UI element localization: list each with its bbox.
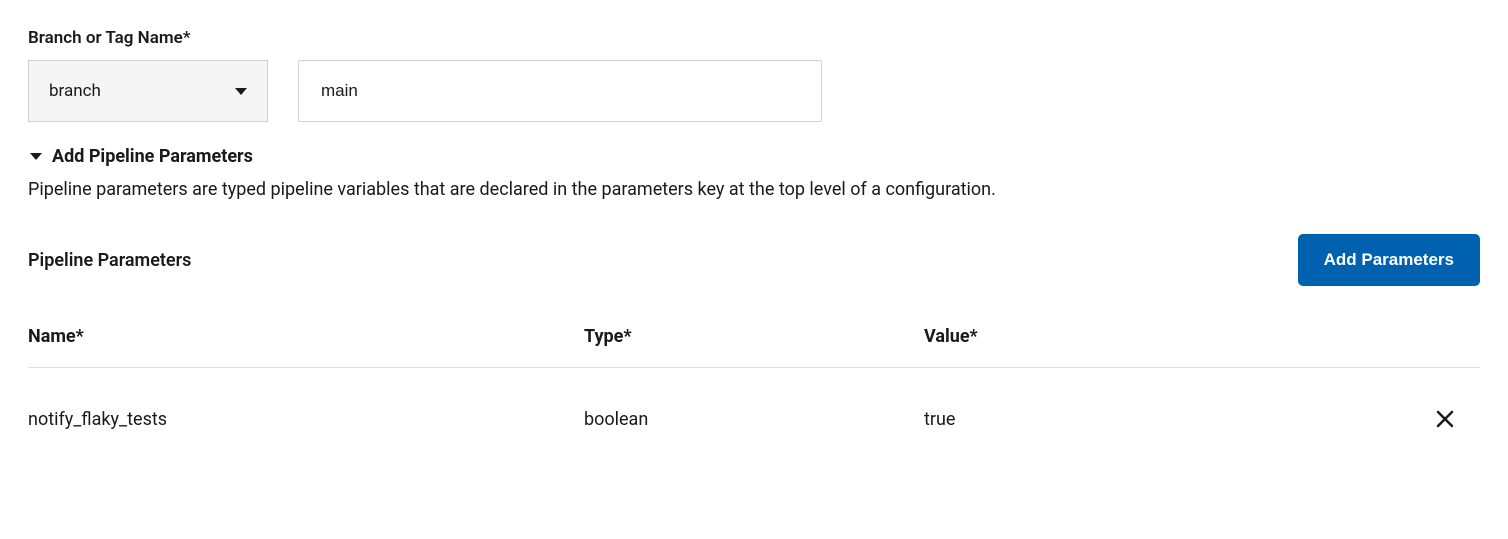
branch-type-select-wrapper: branch [28, 60, 268, 122]
branch-name-input[interactable] [298, 60, 822, 122]
caret-down-icon [235, 88, 247, 95]
param-name: notify_flaky_tests [28, 409, 584, 430]
branch-or-tag-label: Branch or Tag Name* [28, 28, 1480, 48]
param-type: boolean [584, 409, 924, 430]
branch-type-select[interactable]: branch [28, 60, 268, 122]
add-parameters-button[interactable]: Add Parameters [1298, 234, 1480, 286]
column-header-type: Type* [584, 326, 924, 347]
branch-row: branch [28, 60, 1480, 122]
table-row: notify_flaky_tests boolean true [28, 396, 1480, 442]
params-table-header: Name* Type* Value* [28, 326, 1480, 368]
column-header-name: Name* [28, 326, 584, 347]
remove-param-button[interactable] [1430, 404, 1460, 434]
param-action [1430, 404, 1480, 434]
add-pipeline-params-toggle[interactable]: Add Pipeline Parameters [28, 146, 1480, 167]
column-header-value: Value* [924, 326, 1430, 347]
column-header-action [1430, 326, 1480, 347]
close-icon [1435, 409, 1455, 429]
param-value: true [924, 409, 1430, 430]
params-header-row: Pipeline Parameters Add Parameters [28, 234, 1480, 286]
params-table: Name* Type* Value* notify_flaky_tests bo… [28, 326, 1480, 442]
add-pipeline-params-title: Add Pipeline Parameters [52, 146, 253, 167]
branch-type-select-value: branch [49, 81, 101, 101]
pipeline-params-description: Pipeline parameters are typed pipeline v… [28, 177, 1480, 202]
caret-down-icon [30, 153, 42, 160]
pipeline-parameters-title: Pipeline Parameters [28, 250, 191, 271]
